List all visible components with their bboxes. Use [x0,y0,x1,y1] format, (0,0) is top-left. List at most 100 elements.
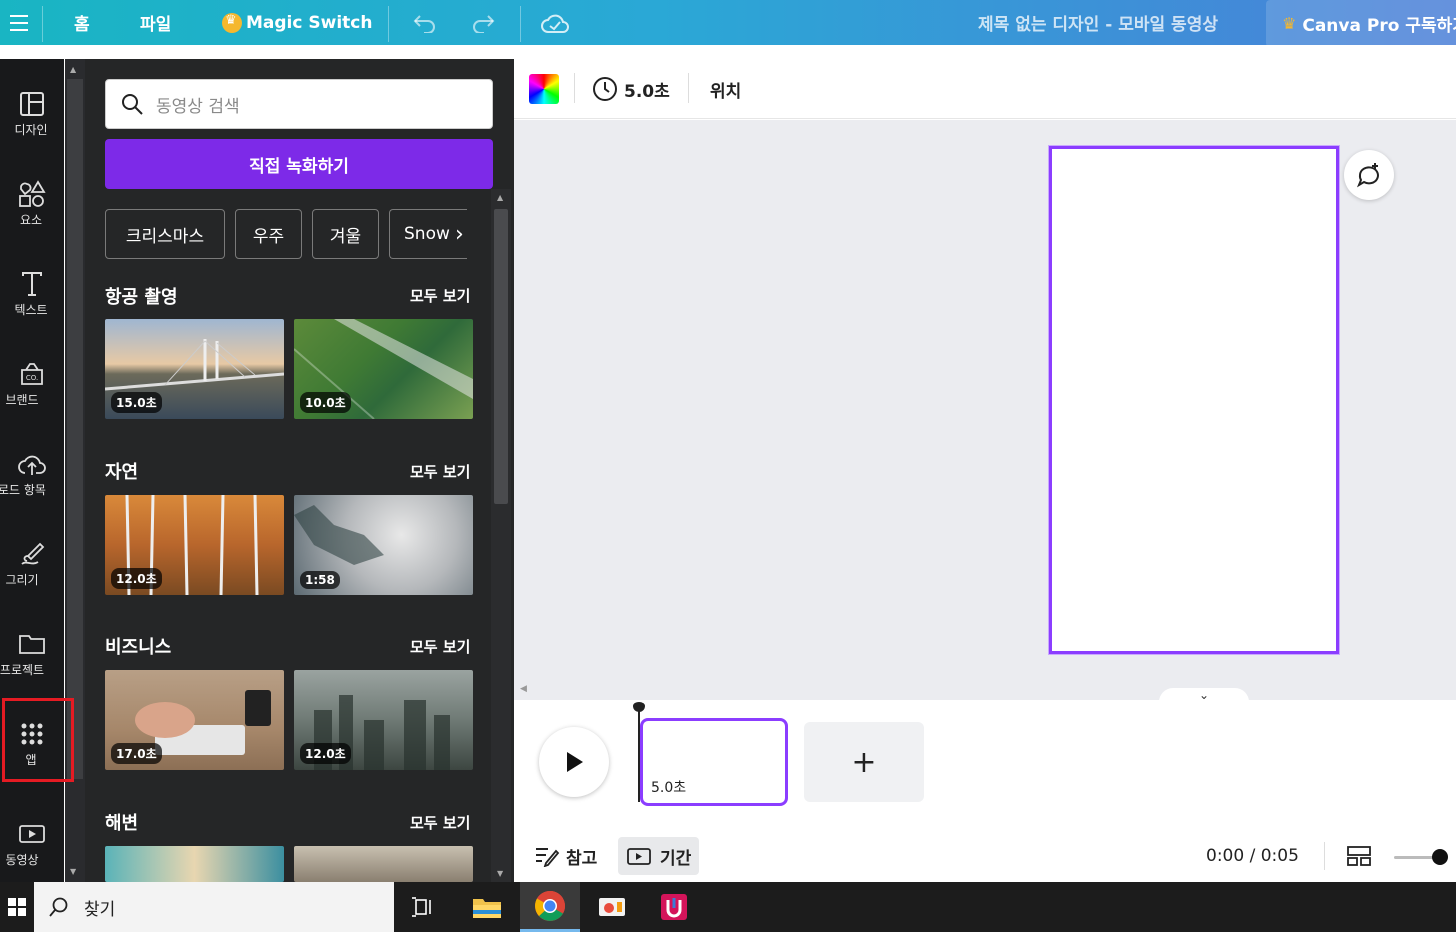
scroll-left-icon[interactable]: ◀ [520,684,527,694]
divider [574,73,575,103]
color-picker-swatch[interactable] [529,74,559,104]
rail-label: 브랜드 [5,393,39,407]
brand-icon: CO. [17,359,47,389]
timeline-toggle[interactable]: ⌄ [1159,688,1249,702]
text-icon [17,269,47,299]
chip-christmas[interactable]: 크리스마스 [105,209,225,259]
apps-highlight-box [2,698,74,782]
video-thumbnail[interactable]: 1:58 [294,495,473,595]
video-thumbnail[interactable] [294,846,473,882]
record-yourself-button[interactable]: 직접 녹화하기 [105,139,493,189]
red-app-icon[interactable] [644,882,704,932]
chip-space[interactable]: 우주 [235,209,302,259]
duration-badge: 17.0초 [111,743,162,764]
timeline: ⌄ 5.0초 + [514,688,1456,830]
canvas-area [514,120,1456,700]
menu-icon[interactable] [10,0,30,45]
search-icon [122,94,143,115]
cloud-saved-icon[interactable] [540,0,570,45]
chrome-icon[interactable] [520,882,580,932]
upload-icon [17,449,47,479]
search-placeholder: 동영상 검색 [156,96,240,117]
scroll-thumb[interactable] [67,79,83,779]
undo-icon[interactable] [412,0,438,45]
rail-label: 디자인 [14,123,48,137]
divider [388,6,389,42]
windows-taskbar: 찾기 [0,882,1456,932]
home-button[interactable]: 홈 [74,0,90,45]
duration-badge: 12.0초 [300,743,351,764]
rail-item-elements[interactable]: 요소 [0,159,64,239]
shapes-icon [17,179,47,209]
rail-item-video[interactable]: 동영상 [0,799,64,879]
rail-label: 그리기 [5,573,39,587]
divider [42,6,43,42]
scroll-down-icon[interactable]: ▼ [70,867,76,876]
rail-label: 로드 항목 [0,483,46,497]
folder-icon [17,629,47,659]
video-thumbnail[interactable] [105,846,284,882]
rail-label: 동영상 [5,853,39,867]
video-search-input[interactable]: 동영상 검색 [105,79,493,129]
duration-toggle-button[interactable]: 기간 [618,837,700,875]
see-all-link[interactable]: 모두 보기 [410,812,470,833]
rail-item-design[interactable]: 디자인 [0,69,64,149]
rail-item-uploads[interactable]: 로드 항목 [0,429,64,509]
panel-scrollbar[interactable]: ▲ ▼ [491,189,511,882]
chevron-right-icon[interactable]: › [455,209,475,259]
document-title[interactable]: 제목 없는 디자인 - 모바일 동영상 [978,0,1218,45]
bottom-bar: 참고 기간 0:00 / 0:05 [514,830,1456,882]
see-all-link[interactable]: 모두 보기 [410,285,470,306]
horizontal-scrollbar[interactable]: ◀ [514,680,1456,700]
taskbar-search-placeholder: 찾기 [84,899,116,920]
zoom-slider-handle[interactable] [1432,849,1448,865]
notes-icon [536,848,560,867]
section-title-beach: 해변 [105,813,139,834]
video-thumbnail[interactable]: 17.0초 [105,670,284,770]
chip-winter[interactable]: 겨울 [312,209,379,259]
comment-plus-icon [1356,163,1379,188]
video-thumbnail[interactable]: 15.0초 [105,319,284,419]
notes-label: 참고 [566,848,598,869]
search-icon [49,897,68,917]
duration-button[interactable]: 5.0초 [592,74,670,104]
taskbar-search-input[interactable]: 찾기 [34,882,394,932]
position-button[interactable]: 위치 [710,74,741,104]
rail-item-projects[interactable]: 프로젝트 [0,609,64,689]
divider [520,6,521,42]
scroll-thumb[interactable] [494,209,508,504]
divider [1324,842,1325,870]
divider [688,73,689,103]
add-page-button[interactable]: + [804,722,924,802]
duration-toggle-label: 기간 [660,848,692,869]
file-explorer-icon[interactable] [457,882,517,932]
scroll-up-icon[interactable]: ▲ [70,65,76,74]
task-view-icon[interactable] [394,882,454,932]
scroll-up-icon[interactable]: ▲ [497,193,503,202]
notes-button[interactable]: 참고 [526,837,605,875]
video-thumbnail[interactable]: 10.0초 [294,319,473,419]
rail-item-text[interactable]: 텍스트 [0,249,64,329]
video-thumbnail[interactable]: 12.0초 [105,495,284,595]
duration-badge: 1:58 [300,571,340,589]
design-page[interactable] [1048,145,1340,655]
grid-view-icon[interactable] [1346,844,1372,872]
rail-item-draw[interactable]: 그리기 [0,519,64,599]
screen-capture-app-icon[interactable] [582,882,642,932]
video-thumbnail[interactable]: 12.0초 [294,670,473,770]
canva-pro-button[interactable]: ♛ Canva Pro 구독하기 [1266,0,1456,47]
scroll-down-icon[interactable]: ▼ [497,869,503,878]
redo-icon[interactable] [470,0,496,45]
timeline-clip[interactable]: 5.0초 [640,718,788,806]
play-button[interactable] [539,727,609,797]
duration-badge: 10.0초 [300,392,351,413]
editor-toolbar: 5.0초 위치 [514,59,1456,119]
windows-start-icon[interactable] [0,882,34,932]
see-all-link[interactable]: 모두 보기 [410,636,470,657]
see-all-link[interactable]: 모두 보기 [410,461,470,482]
rail-item-brand[interactable]: CO. 브랜드 [0,339,64,419]
file-menu[interactable]: 파일 [140,0,171,45]
duration-badge: 15.0초 [111,392,162,413]
magic-switch-button[interactable]: Magic Switch [222,0,372,45]
add-comment-button[interactable] [1344,150,1394,200]
